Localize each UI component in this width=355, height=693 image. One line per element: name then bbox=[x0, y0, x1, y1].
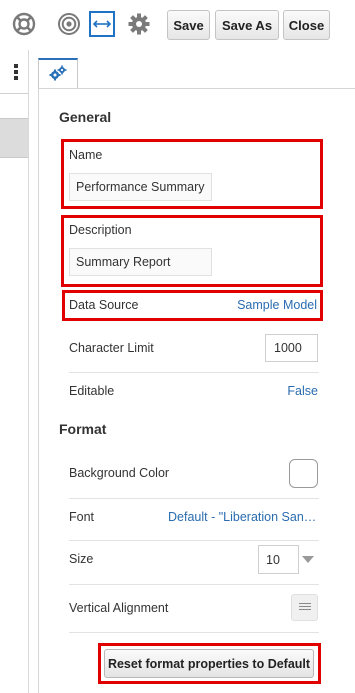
row-divider bbox=[69, 584, 319, 585]
align-bottom-icon bbox=[298, 599, 312, 617]
bg-color-swatch[interactable] bbox=[289, 459, 318, 488]
left-strip bbox=[0, 50, 28, 693]
char-limit-label: Character Limit bbox=[69, 341, 154, 355]
font-link[interactable]: Default - "Liberation San… bbox=[168, 510, 318, 524]
fit-width-icon[interactable] bbox=[89, 11, 115, 37]
valign-label: Vertical Alignment bbox=[69, 601, 169, 615]
font-label: Font bbox=[69, 510, 95, 524]
toolbar: Save Save As Close bbox=[0, 0, 355, 50]
description-label: Description bbox=[69, 223, 132, 237]
editable-label: Editable bbox=[69, 384, 115, 398]
tab-properties[interactable] bbox=[38, 58, 78, 90]
size-select[interactable]: 10 bbox=[258, 545, 299, 574]
properties-tab-strip bbox=[38, 50, 355, 90]
save-as-button[interactable]: Save As bbox=[215, 10, 279, 40]
bg-color-label: Background Color bbox=[69, 466, 170, 480]
more-options-icon[interactable] bbox=[13, 64, 19, 80]
gear-icon[interactable] bbox=[126, 11, 152, 37]
pane-divider[interactable] bbox=[28, 50, 29, 693]
section-title-format: Format bbox=[59, 421, 107, 437]
name-input[interactable]: Performance Summary bbox=[69, 173, 212, 201]
row-divider bbox=[69, 372, 319, 373]
gears-icon bbox=[49, 65, 67, 86]
left-strip-header bbox=[0, 50, 28, 94]
target-icon[interactable] bbox=[56, 11, 82, 37]
name-label: Name bbox=[69, 148, 103, 162]
chevron-down-icon[interactable] bbox=[302, 556, 314, 563]
row-divider bbox=[69, 498, 319, 499]
save-button[interactable]: Save bbox=[167, 10, 210, 40]
row-divider bbox=[69, 632, 319, 633]
description-input[interactable]: Summary Report bbox=[69, 248, 212, 276]
data-source-link[interactable]: Sample Model bbox=[237, 298, 317, 312]
close-button[interactable]: Close bbox=[283, 10, 330, 40]
row-divider bbox=[69, 540, 319, 541]
size-label: Size bbox=[69, 552, 94, 566]
section-title-general: General bbox=[59, 109, 112, 125]
reset-format-button[interactable]: Reset format properties to Default bbox=[104, 649, 314, 678]
data-source-label: Data Source bbox=[69, 298, 139, 312]
editable-link[interactable]: False bbox=[287, 384, 318, 398]
char-limit-input[interactable]: 1000 bbox=[265, 334, 318, 362]
vertical-align-button[interactable] bbox=[291, 594, 318, 621]
lifebuoy-icon[interactable] bbox=[11, 11, 37, 37]
left-strip-bar[interactable] bbox=[0, 118, 28, 158]
